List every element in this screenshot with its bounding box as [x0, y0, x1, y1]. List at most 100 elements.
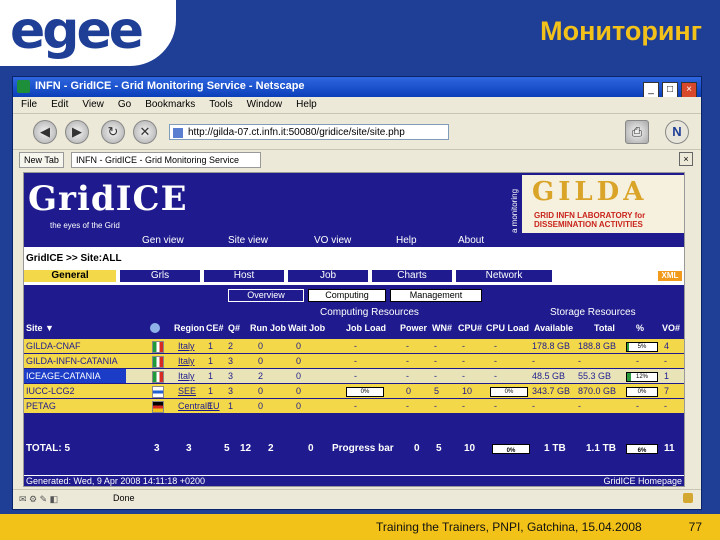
tab-grls[interactable]: Grls [120, 270, 200, 282]
total-wait: 0 [308, 443, 314, 454]
xml-button[interactable]: XML [658, 271, 682, 281]
print-button[interactable]: ⎙ [625, 120, 649, 144]
tab-gridice[interactable]: INFN - GridICE - Grid Monitoring Service [71, 152, 261, 168]
region-link[interactable]: SEE [178, 386, 196, 396]
menu-go[interactable]: Go [110, 97, 137, 110]
cell-cpu: 10 [462, 386, 473, 396]
address-bar[interactable]: http://gilda-07.ct.infn.it:50080/gridice… [169, 124, 449, 140]
gridice-homepage-link[interactable]: GridICE Homepage [603, 476, 682, 486]
security-lock-icon [683, 493, 693, 503]
menu-view[interactable]: View [74, 97, 110, 110]
subtab-computing[interactable]: Computing [308, 289, 386, 302]
nav-about[interactable]: About [458, 235, 484, 246]
totals-row: TOTAL: 5 3 3 5 12 2 0 Progress bar 0 5 1… [24, 441, 684, 455]
cell-vo: 4 [664, 341, 670, 351]
col-q[interactable]: Q# [228, 323, 240, 333]
close-button[interactable]: × [681, 82, 697, 98]
cell-cpuload: - [494, 341, 497, 351]
menu-window[interactable]: Window [239, 97, 289, 110]
cell-ce: 1 [208, 401, 214, 411]
tab-host[interactable]: Host [204, 270, 284, 282]
germany-flag-icon [152, 401, 164, 413]
gilda-logo-panel[interactable]: GILDA GRID INFN LABORATORY for DISSEMINA… [522, 175, 684, 233]
table-row[interactable]: PETAG CentralEU 1 1 0 0- - - - - - - - - [24, 399, 684, 413]
table-row[interactable]: ICEAGE-CATANIA Italy 1 3 2 0 - - - - - 48.5 GB 55.3 … [24, 369, 684, 383]
menu-edit[interactable]: Edit [43, 97, 74, 110]
nav-help[interactable]: Help [396, 235, 417, 246]
menu-help[interactable]: Help [288, 97, 323, 110]
col-job-load[interactable]: Job Load [346, 323, 386, 333]
subtab-overview[interactable]: Overview [228, 289, 304, 302]
tab-general[interactable]: General [24, 270, 116, 282]
cell-wn: - [434, 401, 437, 411]
page-icon [173, 128, 183, 138]
nav-vo-view[interactable]: VO view [314, 235, 351, 246]
col-ce[interactable]: CE# [206, 323, 224, 333]
region-link[interactable]: Italy [178, 356, 195, 366]
forward-button[interactable]: ▶ [65, 120, 89, 144]
tab-network[interactable]: Network [456, 270, 552, 282]
menu-file[interactable]: File [13, 97, 43, 110]
region-link[interactable]: Italy [178, 371, 195, 381]
col-percent[interactable]: % [636, 323, 644, 333]
cell-ce: 1 [208, 341, 214, 351]
site-name-link[interactable]: ICEAGE-CATANIA [24, 369, 126, 383]
col-cpu-load[interactable]: CPU Load [486, 323, 529, 333]
window-titlebar[interactable]: INFN - GridICE - Grid Monitoring Service… [13, 77, 701, 98]
total-regions: 3 [186, 443, 192, 454]
cell-power: 0 [406, 386, 412, 396]
gilda-logo: GILDA [532, 177, 648, 207]
gridice-banner: GridICE the eyes of the Grid a monitorin… [24, 173, 684, 235]
col-power[interactable]: Power [400, 323, 427, 333]
total-jobload: Progress bar [332, 443, 394, 454]
nav-site-view[interactable]: Site view [228, 235, 268, 246]
table-row[interactable]: IUCC-LCG2 SEE 1 3 0 0 0% 0 5 10 0% 343.7 GB 870.0 GB… [24, 384, 684, 398]
subtab-management[interactable]: Management [390, 289, 482, 302]
cell-jobload: - [354, 356, 357, 366]
col-available[interactable]: Available [534, 323, 573, 333]
reload-button[interactable]: ↻ [101, 120, 125, 144]
col-run-job[interactable]: Run Job [250, 323, 286, 333]
site-name-link[interactable]: PETAG [26, 401, 56, 411]
cell-total: 188.8 GB [578, 341, 617, 351]
total-ce: 5 [224, 443, 230, 454]
col-vo[interactable]: VO# [662, 323, 680, 333]
site-name-link[interactable]: GILDA-CNAF [26, 341, 81, 351]
menu-bar: File Edit View Go Bookmarks Tools Window Help [13, 97, 701, 113]
col-region[interactable]: Region [174, 323, 205, 333]
menu-bookmarks[interactable]: Bookmarks [137, 97, 201, 110]
close-tab-icon[interactable]: × [679, 152, 693, 166]
col-wn[interactable]: WN# [432, 323, 452, 333]
tab-charts[interactable]: Charts [372, 270, 452, 282]
israel-flag-icon [152, 386, 164, 398]
col-site[interactable]: Site ▼ [26, 323, 54, 333]
col-total[interactable]: Total [594, 323, 615, 333]
cell-wn: - [434, 341, 437, 351]
back-button[interactable]: ◀ [33, 120, 57, 144]
cell-vo: 1 [664, 371, 670, 381]
cell-wait: 0 [296, 341, 302, 351]
minimize-button[interactable]: _ [643, 82, 659, 98]
table-row[interactable]: GILDA-INFN-CATANIA Italy 1 3 0 0 - - - - - - - - - [24, 354, 684, 368]
cell-q: 1 [228, 401, 234, 411]
col-cpu[interactable]: CPU# [458, 323, 482, 333]
site-name-link[interactable]: GILDA-INFN-CATANIA [26, 356, 118, 366]
tab-new[interactable]: New Tab [19, 152, 64, 168]
cell-wait: 0 [296, 386, 302, 396]
table-row[interactable]: GILDA-CNAF Italy 1 2 0 0 - - - - - 178.8 GB 188.8 GB… [24, 339, 684, 353]
region-link[interactable]: CentralEU [178, 401, 220, 411]
gilda-subtitle: GRID INFN LABORATORY for DISSEMINATION A… [534, 211, 645, 229]
window-title: INFN - GridICE - Grid Monitoring Service… [35, 80, 305, 92]
total-run: 2 [268, 443, 274, 454]
cell-total: - [578, 401, 581, 411]
nav-gen-view[interactable]: Gen view [142, 235, 184, 246]
maximize-button[interactable]: □ [662, 82, 678, 98]
cell-cpu: - [462, 356, 465, 366]
section-tabs: General Grls Host Job Charts Network [24, 270, 684, 282]
menu-tools[interactable]: Tools [201, 97, 238, 110]
region-link[interactable]: Italy [178, 341, 195, 351]
tab-job[interactable]: Job [288, 270, 368, 282]
stop-button[interactable]: ✕ [133, 120, 157, 144]
col-wait-job[interactable]: Wait Job [288, 323, 325, 333]
site-name-link[interactable]: IUCC-LCG2 [26, 386, 75, 396]
